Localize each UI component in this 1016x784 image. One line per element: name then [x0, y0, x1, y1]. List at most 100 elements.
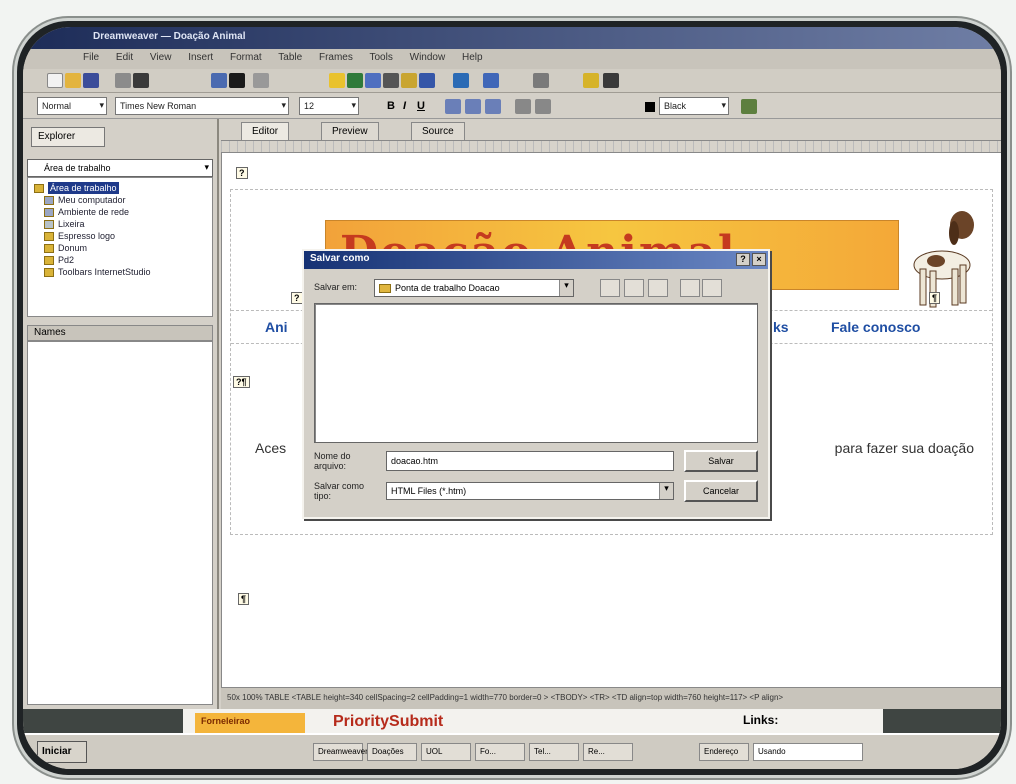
tab-preview[interactable]: Preview — [321, 122, 379, 140]
font-select[interactable]: Times New Roman — [115, 97, 289, 115]
explorer-location-select[interactable]: Área de trabalho — [27, 159, 213, 177]
taskbar-item[interactable]: Tel... — [529, 743, 579, 761]
filename-input[interactable]: doacao.htm — [386, 451, 674, 471]
save-as-dialog: Salvar como ? × Salvar em: Ponta de trab… — [302, 249, 770, 519]
tree-item[interactable]: Ambiente de rede — [34, 206, 206, 218]
file-list[interactable] — [314, 303, 758, 443]
nav-link-contact[interactable]: Fale conosco — [831, 319, 920, 335]
menu-tools[interactable]: Tools — [369, 52, 392, 63]
align-left-icon[interactable] — [445, 99, 461, 114]
tree-item[interactable]: Donum — [34, 242, 206, 254]
new-file-icon[interactable] — [47, 73, 63, 88]
menu-file[interactable]: File — [83, 52, 99, 63]
start-button[interactable]: Iniciar — [37, 741, 87, 763]
save-button[interactable]: Salvar — [684, 450, 758, 472]
anchor-icon[interactable] — [453, 73, 469, 88]
list-icon[interactable] — [483, 73, 499, 88]
chevron-down-icon: ▾ — [659, 483, 673, 499]
links-label: Links: — [743, 713, 779, 727]
italic-button[interactable]: I — [403, 100, 406, 112]
taskbar-item[interactable]: Fo... — [475, 743, 525, 761]
tree-item-label: Toolbars InternetStudio — [58, 267, 151, 277]
menu-insert[interactable]: Insert — [188, 52, 213, 63]
close-icon[interactable]: × — [752, 253, 766, 266]
recycle-bin-icon — [44, 219, 54, 229]
table-icon[interactable] — [329, 73, 345, 88]
menu-window[interactable]: Window — [410, 52, 446, 63]
indent-more-icon[interactable] — [535, 99, 551, 114]
names-list[interactable] — [27, 341, 213, 705]
align-center-icon[interactable] — [465, 99, 481, 114]
tree-item[interactable]: Espresso logo — [34, 230, 206, 242]
help-icon[interactable]: ? — [736, 253, 750, 266]
format-toolbar: Normal Times New Roman 12 B I U Black — [23, 93, 1001, 119]
banner-tab[interactable]: Forneleirao — [195, 713, 305, 733]
paragraph-marker: ?¶ — [233, 376, 250, 388]
tree-item[interactable]: Toolbars InternetStudio — [34, 266, 206, 278]
copy-icon[interactable] — [211, 73, 227, 88]
taskbar-item[interactable]: Re... — [583, 743, 633, 761]
address-label: Endereço — [699, 743, 749, 761]
names-header: Names — [27, 325, 213, 341]
color-select[interactable]: Black — [659, 97, 729, 115]
details-view-icon[interactable] — [702, 279, 722, 297]
size-select[interactable]: 12 — [299, 97, 359, 115]
binoculars-icon[interactable] — [133, 73, 149, 88]
tab-source[interactable]: Source — [411, 122, 465, 140]
taskbar-item[interactable]: Doações — [367, 743, 417, 761]
list-view-icon[interactable] — [680, 279, 700, 297]
menu-help[interactable]: Help — [462, 52, 483, 63]
style-select[interactable]: Normal — [37, 97, 107, 115]
menu-view[interactable]: View — [150, 52, 172, 63]
filetype-select[interactable]: HTML Files (*.htm) ▾ — [386, 482, 674, 500]
taskbar-item[interactable]: UOL — [421, 743, 471, 761]
align-right-icon[interactable] — [485, 99, 501, 114]
new-folder-icon[interactable] — [648, 279, 668, 297]
address-field[interactable]: Usando — [753, 743, 863, 761]
save-icon[interactable] — [83, 73, 99, 88]
folder-icon — [44, 243, 54, 253]
nav-link-animais[interactable]: Ani — [265, 319, 288, 335]
dialog-title: Salvar como — [310, 253, 370, 264]
undo-icon[interactable] — [253, 73, 269, 88]
hr-icon[interactable] — [383, 73, 399, 88]
taskbar: Iniciar Dreamweaver Doações UOL Fo... Te… — [23, 733, 1001, 769]
explorer-tab[interactable]: Explorer — [31, 127, 105, 147]
menu-edit[interactable]: Edit — [116, 52, 133, 63]
taskbar-item[interactable]: Dreamweaver — [313, 743, 368, 761]
menu-bar: File Edit View Insert Format Table Frame… — [23, 49, 1001, 69]
cut-icon[interactable] — [115, 73, 131, 88]
bold-button[interactable]: B — [387, 100, 395, 112]
tree-item[interactable]: Pd2 — [34, 254, 206, 266]
outdent-icon[interactable] — [515, 99, 531, 114]
indent-icon[interactable] — [533, 73, 549, 88]
tab-editor[interactable]: Editor — [241, 122, 290, 140]
menu-frames[interactable]: Frames — [319, 52, 353, 63]
tree-item[interactable]: Lixeira — [34, 218, 206, 230]
menu-table[interactable]: Table — [278, 52, 302, 63]
frame-icon[interactable] — [419, 73, 435, 88]
delete-icon[interactable] — [229, 73, 245, 88]
grid-icon[interactable] — [603, 73, 619, 88]
chevron-down-icon: ▾ — [559, 280, 573, 296]
open-folder-icon[interactable] — [65, 73, 81, 88]
help-bulb-icon[interactable] — [583, 73, 599, 88]
window-title: Dreamweaver — Doação Animal — [93, 31, 246, 42]
image-marker: ? — [291, 292, 303, 304]
tree-item[interactable]: Meu computador — [34, 194, 206, 206]
form-icon[interactable] — [401, 73, 417, 88]
image-icon[interactable] — [347, 73, 363, 88]
up-folder-icon[interactable] — [600, 279, 620, 297]
spell-check-icon[interactable] — [741, 99, 757, 114]
folder-tree: Área de trabalho Meu computador Ambiente… — [27, 177, 213, 317]
save-in-select[interactable]: Ponta de trabalho Doacao ▾ — [374, 279, 574, 297]
underline-button[interactable]: U — [417, 100, 425, 112]
link-icon[interactable] — [365, 73, 381, 88]
paragraph-marker: ¶ — [928, 292, 940, 304]
desktop-icon[interactable] — [624, 279, 644, 297]
tree-item[interactable]: Área de trabalho — [34, 182, 206, 194]
filetype-label: Salvar como tipo: — [314, 481, 365, 501]
nav-link-links[interactable]: ks — [773, 319, 789, 335]
menu-format[interactable]: Format — [230, 52, 262, 63]
cancel-button[interactable]: Cancelar — [684, 480, 758, 502]
